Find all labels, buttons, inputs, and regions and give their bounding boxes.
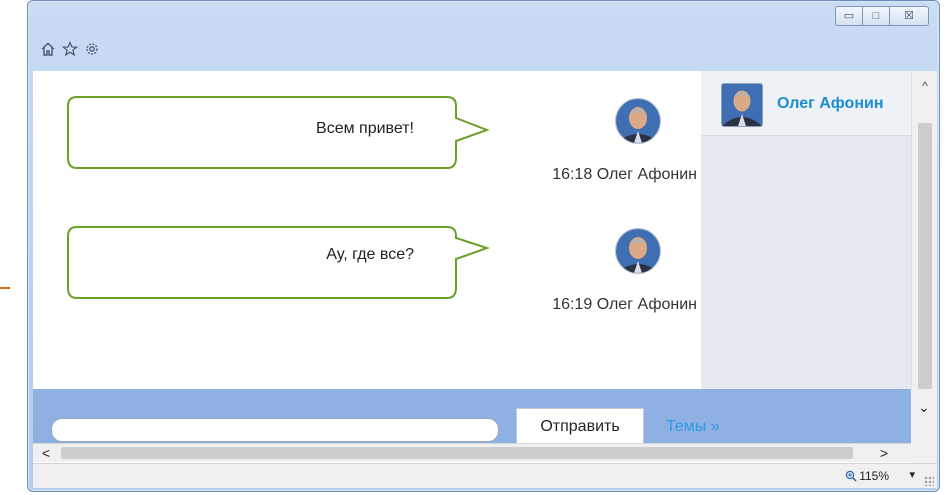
scrollbar-thumb[interactable] — [61, 447, 853, 459]
resize-grip[interactable] — [924, 476, 934, 486]
horizontal-scrollbar[interactable]: < > — [33, 443, 911, 462]
scrollbar-corner: ⌄ — [911, 389, 937, 463]
zoom-icon — [845, 470, 857, 482]
user-name: Олег Афонин — [777, 95, 884, 112]
star-icon[interactable] — [62, 41, 78, 57]
close-button[interactable]: ☒ — [889, 6, 929, 26]
scrollbar-thumb[interactable] — [918, 123, 932, 389]
zoom-control[interactable]: 115% — [845, 469, 889, 483]
window-controls: ▭ □ ☒ — [835, 6, 929, 26]
message-text: Всем привет! — [316, 120, 414, 137]
topics-link[interactable]: Темы » — [666, 418, 720, 436]
message-meta: 16:18 Олег Афонин — [507, 166, 697, 184]
chevron-down-icon[interactable]: ▾ — [909, 468, 915, 481]
avatar — [721, 83, 763, 127]
users-panel: Олег Афонин — [701, 71, 911, 389]
gear-icon[interactable] — [84, 41, 100, 57]
user-list-item[interactable]: Олег Афонин — [701, 71, 911, 136]
browser-toolbar — [40, 41, 100, 57]
chat-message: Всем привет! 16:18 Олег Афонин — [33, 96, 701, 196]
message-meta: 16:19 Олег Афонин — [507, 296, 697, 314]
maximize-button[interactable]: □ — [862, 6, 890, 26]
minimize-button[interactable]: ▭ — [835, 6, 863, 26]
message-author: Олег Афонин — [596, 296, 697, 313]
page-viewport: Всем привет! 16:18 Олег Афонин Ау, где в… — [33, 71, 937, 463]
status-bar: 115% ▾ — [33, 463, 937, 488]
avatar — [615, 228, 661, 274]
scroll-up-icon[interactable]: ^ — [912, 77, 937, 95]
chat-area: Всем привет! 16:18 Олег Афонин Ау, где в… — [33, 71, 701, 389]
message-time: 16:19 — [552, 296, 593, 313]
message-time: 16:18 — [552, 166, 593, 183]
orange-marker — [0, 287, 10, 289]
message-input[interactable] — [51, 418, 499, 442]
chat-message: Ау, где все? 16:19 Олег Афонин — [33, 226, 701, 326]
scroll-left-icon[interactable]: < — [37, 444, 55, 462]
scroll-right-icon[interactable]: > — [875, 444, 893, 462]
scroll-down-icon[interactable]: ⌄ — [918, 399, 930, 416]
message-author: Олег Афонин — [596, 166, 697, 183]
home-icon[interactable] — [40, 41, 56, 57]
avatar — [615, 98, 661, 144]
send-button[interactable]: Отправить — [516, 408, 644, 445]
browser-window: ▭ □ ☒ Всем привет! 16:18 Олег Афонин Ау,… — [27, 0, 940, 492]
zoom-level: 115% — [859, 469, 889, 483]
message-bubble: Ау, где все? — [67, 226, 491, 299]
vertical-scrollbar[interactable]: ^ — [911, 71, 937, 389]
message-bubble: Всем привет! — [67, 96, 490, 169]
message-text: Ау, где все? — [326, 246, 414, 263]
composer-bar: Отправить Темы » — [33, 389, 911, 445]
